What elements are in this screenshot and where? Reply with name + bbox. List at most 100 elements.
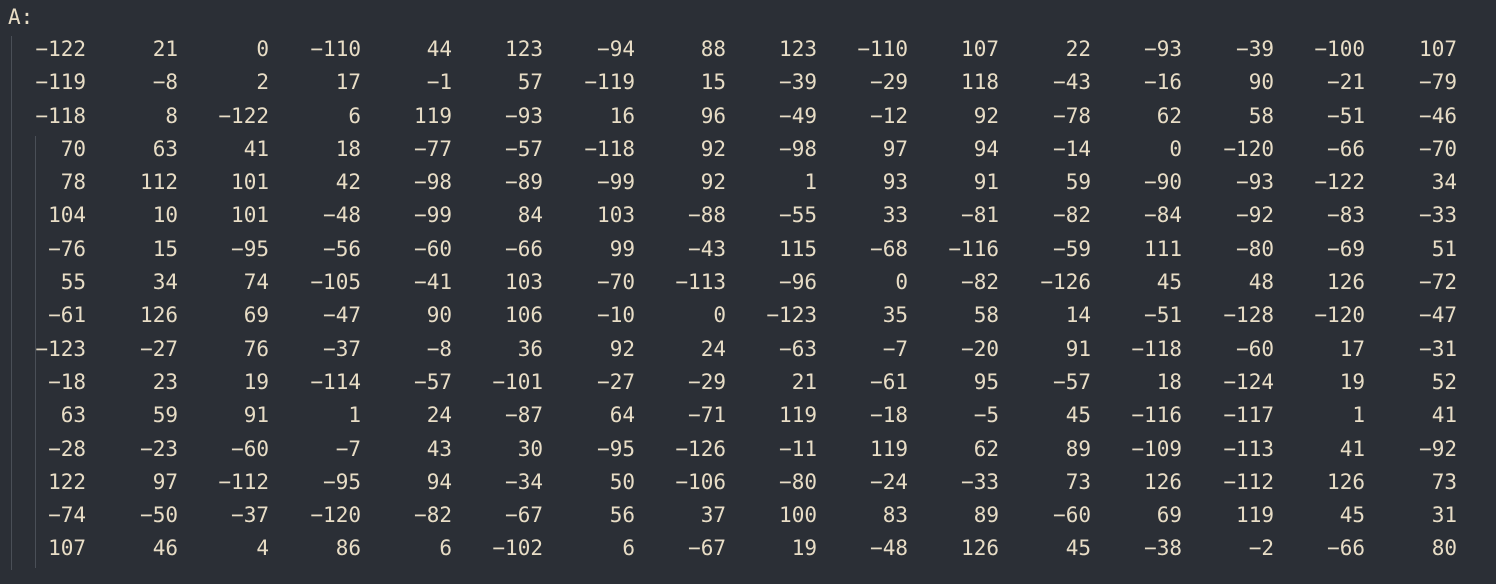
matrix-cell: 41 (1339, 436, 1365, 461)
variable-label: A: (8, 5, 34, 29)
matrix-cell: 1 (348, 403, 361, 428)
matrix-cell: −122 (35, 37, 86, 61)
matrix-cell: −70 (1419, 136, 1457, 161)
matrix-cell: −67 (688, 536, 726, 561)
matrix-cell: 126 (961, 536, 999, 561)
matrix-cell: 2 (256, 70, 269, 95)
matrix-cell: 14 (1065, 303, 1091, 328)
matrix-cell: −50 (140, 503, 178, 528)
matrix-cell: −1 (426, 70, 452, 95)
matrix-cell: −47 (1419, 303, 1457, 328)
matrix-cell: −88 (688, 203, 726, 228)
matrix-cell: −47 (323, 303, 361, 328)
matrix-cell: −43 (1053, 70, 1091, 95)
matrix-cell: 84 (517, 203, 543, 228)
matrix-cell: −20 (961, 336, 999, 361)
matrix-cell: −101 (492, 369, 543, 394)
matrix-cell: −57 (414, 369, 452, 394)
matrix-cell: −51 (1327, 103, 1365, 128)
matrix-cell: −93 (1236, 170, 1274, 195)
matrix-cell: −39 (779, 70, 817, 95)
matrix-cell: −61 (48, 303, 86, 328)
matrix-cell: 48 (1248, 270, 1274, 295)
matrix-cell: −48 (323, 203, 361, 228)
matrix-cell: −8 (426, 336, 452, 361)
matrix-cell: −66 (505, 236, 543, 261)
matrix-cell: 42 (335, 170, 361, 195)
matrix-cell: 112 (140, 170, 178, 195)
matrix-cell: 73 (1065, 469, 1091, 494)
matrix-cell: −24 (870, 469, 908, 494)
matrix-cell: −93 (505, 103, 543, 128)
matrix-cell: −80 (1236, 236, 1274, 261)
matrix-cell: 58 (1248, 103, 1274, 128)
matrix-cell: −43 (688, 236, 726, 261)
matrix-cell: 0 (713, 303, 726, 328)
matrix-cell: −98 (414, 170, 452, 195)
matrix-cell: −118 (35, 103, 86, 128)
matrix-cell: −14 (1053, 136, 1091, 161)
matrix-cell: −29 (870, 70, 908, 95)
matrix-cell: −27 (597, 369, 635, 394)
matrix-cell: 57 (517, 70, 543, 95)
matrix-cell: −82 (961, 270, 999, 295)
matrix-cell: −60 (231, 436, 269, 461)
matrix-cell: −119 (35, 70, 86, 95)
matrix-cell: −66 (1327, 536, 1365, 561)
matrix-cell: 30 (517, 436, 543, 461)
matrix-cell: 111 (1144, 236, 1182, 261)
matrix-cell: −100 (1314, 37, 1365, 61)
matrix-cell: 45 (1156, 270, 1182, 295)
matrix-cell: 0 (1169, 136, 1182, 161)
matrix-cell: 107 (961, 37, 999, 61)
matrix-cell: −21 (1327, 70, 1365, 95)
matrix-cell: 62 (1156, 103, 1182, 128)
matrix-cell: −120 (1314, 303, 1365, 328)
matrix-cell: −99 (597, 170, 635, 195)
matrix-cell: 46 (152, 536, 178, 561)
matrix-cell: 55 (60, 270, 86, 295)
matrix-cell: 41 (1431, 403, 1457, 428)
matrix-cell: −34 (505, 469, 543, 494)
matrix-cell: −94 (597, 37, 635, 61)
matrix-cell: −76 (48, 236, 86, 261)
matrix-cell: −110 (310, 37, 361, 61)
matrix-cell: 92 (700, 170, 726, 195)
matrix-cell: −112 (1223, 469, 1274, 494)
matrix-cell: −33 (1419, 203, 1457, 228)
matrix-cell: −95 (597, 436, 635, 461)
matrix-cell: 18 (335, 136, 361, 161)
matrix-cell: −81 (961, 203, 999, 228)
matrix-cell: 58 (973, 303, 999, 328)
matrix-cell: 103 (505, 270, 543, 295)
matrix-cell: 91 (973, 170, 999, 195)
matrix-cell: −28 (48, 436, 86, 461)
matrix-cell: −61 (870, 369, 908, 394)
matrix-cell: 119 (779, 403, 817, 428)
matrix-cell: −84 (1144, 203, 1182, 228)
matrix-cell: 34 (152, 270, 178, 295)
matrix-cell: 45 (1339, 503, 1365, 528)
matrix-cell: −89 (505, 170, 543, 195)
matrix-cell: −124 (1223, 369, 1274, 394)
matrix-cell: 90 (426, 303, 452, 328)
matrix-cell: 45 (1065, 536, 1091, 561)
matrix-cell: 24 (700, 336, 726, 361)
matrix-cell: −92 (1236, 203, 1274, 228)
matrix-cell: 8 (165, 103, 178, 128)
matrix-cell: −31 (1419, 336, 1457, 361)
matrix-cell: −67 (505, 503, 543, 528)
matrix-cell: −95 (323, 469, 361, 494)
matrix-cell: −120 (310, 503, 361, 528)
matrix-cell: 45 (1065, 403, 1091, 428)
matrix-cell: 122 (48, 469, 86, 494)
matrix-cell: −102 (492, 536, 543, 561)
matrix-cell: −60 (414, 236, 452, 261)
matrix-cell: −93 (1144, 37, 1182, 61)
matrix-cell: 56 (609, 503, 635, 528)
matrix-cell: 80 (1431, 536, 1457, 561)
matrix-cell: 4 (256, 536, 269, 561)
matrix-cell: −51 (1144, 303, 1182, 328)
matrix-cell: 51 (1431, 236, 1457, 261)
matrix-cell: 101 (231, 170, 269, 195)
